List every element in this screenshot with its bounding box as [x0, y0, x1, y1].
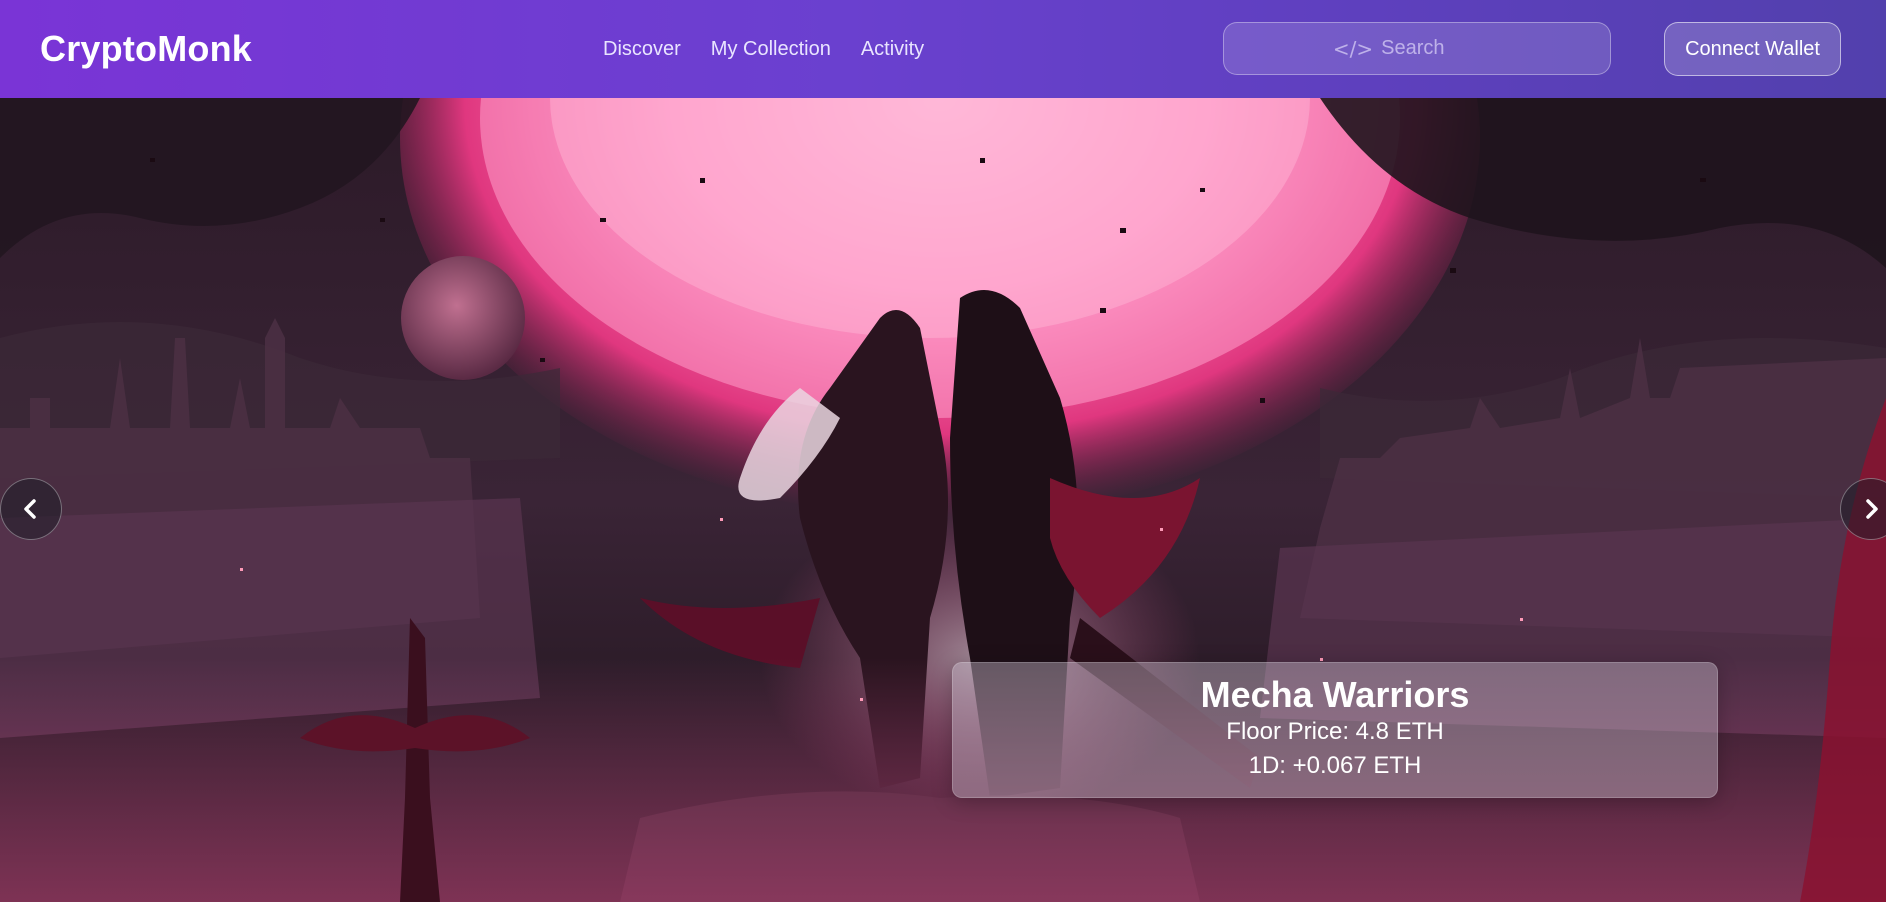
code-icon: </> — [1332, 36, 1374, 61]
brand-logo[interactable]: CryptoMonk — [40, 28, 252, 70]
daily-change: 1D: +0.067 ETH — [1248, 752, 1422, 779]
collection-info-card[interactable]: Mecha Warriors Floor Price: 4.8 ETH 1D: … — [952, 662, 1718, 798]
nav-link-my-collection[interactable]: My Collection — [711, 38, 831, 61]
floor-price: Floor Price: 4.8 ETH — [1226, 718, 1444, 745]
carousel-prev-button[interactable] — [0, 478, 62, 540]
nav-links: Discover My Collection Activity — [603, 38, 924, 61]
top-navbar: CryptoMonk Discover My Collection Activi… — [0, 0, 1886, 98]
search-input[interactable] — [1381, 37, 1502, 60]
search-box[interactable]: </> — [1223, 22, 1611, 75]
connect-wallet-button[interactable]: Connect Wallet — [1664, 22, 1841, 76]
collection-title: Mecha Warriors — [1200, 674, 1470, 715]
nav-link-discover[interactable]: Discover — [603, 38, 681, 61]
chevron-left-icon — [24, 499, 36, 519]
nav-link-activity[interactable]: Activity — [861, 38, 924, 61]
chevron-right-icon — [1866, 499, 1878, 519]
